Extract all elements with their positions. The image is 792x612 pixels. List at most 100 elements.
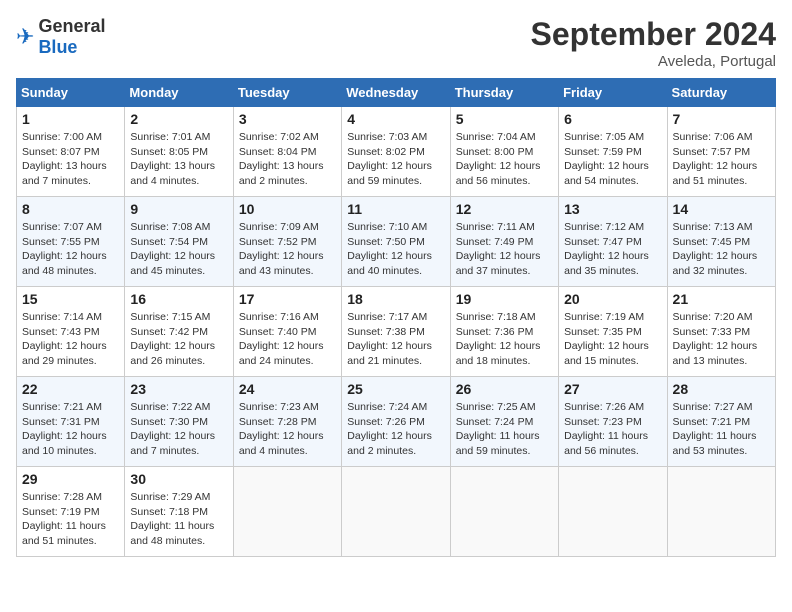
page-header: ✈ General Blue September 2024 Aveleda, P… — [16, 16, 776, 70]
calendar-cell — [233, 467, 341, 557]
day-number: 4 — [347, 111, 444, 127]
day-info: Sunrise: 7:19 AMSunset: 7:35 PMDaylight:… — [564, 310, 661, 369]
day-number: 14 — [673, 201, 770, 217]
day-of-week-header: Tuesday — [233, 79, 341, 107]
calendar-cell: 6Sunrise: 7:05 AMSunset: 7:59 PMDaylight… — [559, 107, 667, 197]
day-info: Sunrise: 7:09 AMSunset: 7:52 PMDaylight:… — [239, 220, 336, 279]
day-number: 27 — [564, 381, 661, 397]
day-info: Sunrise: 7:08 AMSunset: 7:54 PMDaylight:… — [130, 220, 227, 279]
calendar-week-row: 8 Sunrise: 7:07 AMSunset: 7:55 PMDaylight… — [17, 197, 776, 287]
day-number: 17 — [239, 291, 336, 307]
day-number: 28 — [673, 381, 770, 397]
day-info: Sunrise: 7:24 AMSunset: 7:26 PMDaylight:… — [347, 400, 444, 459]
calendar-cell: 7 Sunrise: 7:06 AMSunset: 7:57 PMDaylight… — [667, 107, 775, 197]
calendar-cell: 24 Sunrise: 7:23 AMSunset: 7:28 PMDayligh… — [233, 377, 341, 467]
day-info: Sunrise: 7:26 AMSunset: 7:23 PMDaylight:… — [564, 400, 661, 459]
logo-blue: Blue — [38, 37, 77, 57]
calendar-week-row: 15 Sunrise: 7:14 AMSunset: 7:43 PMDayligh… — [17, 287, 776, 377]
calendar-week-row: 29Sunrise: 7:28 AMSunset: 7:19 PMDayligh… — [17, 467, 776, 557]
calendar-cell: 10 Sunrise: 7:09 AMSunset: 7:52 PMDayligh… — [233, 197, 341, 287]
calendar-cell: 16 Sunrise: 7:15 AMSunset: 7:42 PMDayligh… — [125, 287, 233, 377]
day-info: Sunrise: 7:22 AMSunset: 7:30 PMDaylight:… — [130, 400, 227, 459]
calendar-cell: 4 Sunrise: 7:03 AMSunset: 8:02 PMDaylight… — [342, 107, 450, 197]
day-info: Sunrise: 7:06 AMSunset: 7:57 PMDaylight:… — [673, 130, 770, 189]
calendar-cell: 13Sunrise: 7:12 AMSunset: 7:47 PMDayligh… — [559, 197, 667, 287]
day-info: Sunrise: 7:14 AMSunset: 7:43 PMDaylight:… — [22, 310, 119, 369]
calendar-cell: 12 Sunrise: 7:11 AMSunset: 7:49 PMDayligh… — [450, 197, 558, 287]
day-info: Sunrise: 7:16 AMSunset: 7:40 PMDaylight:… — [239, 310, 336, 369]
calendar-cell: 18Sunrise: 7:17 AMSunset: 7:38 PMDayligh… — [342, 287, 450, 377]
day-number: 15 — [22, 291, 119, 307]
calendar-cell: 28 Sunrise: 7:27 AMSunset: 7:21 PMDayligh… — [667, 377, 775, 467]
calendar-cell: 30 Sunrise: 7:29 AMSunset: 7:18 PMDayligh… — [125, 467, 233, 557]
day-of-week-header: Monday — [125, 79, 233, 107]
month-title: September 2024 — [531, 16, 776, 53]
day-number: 24 — [239, 381, 336, 397]
day-info: Sunrise: 7:23 AMSunset: 7:28 PMDaylight:… — [239, 400, 336, 459]
day-number: 10 — [239, 201, 336, 217]
day-number: 16 — [130, 291, 227, 307]
calendar-cell — [450, 467, 558, 557]
day-info: Sunrise: 7:03 AMSunset: 8:02 PMDaylight:… — [347, 130, 444, 189]
day-number: 3 — [239, 111, 336, 127]
day-info: Sunrise: 7:18 AMSunset: 7:36 PMDaylight:… — [456, 310, 553, 369]
day-of-week-header: Thursday — [450, 79, 558, 107]
logo: ✈ General Blue — [16, 16, 105, 58]
day-number: 13 — [564, 201, 661, 217]
day-number: 1 — [22, 111, 119, 127]
day-info: Sunrise: 7:15 AMSunset: 7:42 PMDaylight:… — [130, 310, 227, 369]
day-number: 29 — [22, 471, 119, 487]
logo-bird-icon: ✈ — [16, 24, 34, 50]
day-of-week-header: Friday — [559, 79, 667, 107]
day-info: Sunrise: 7:01 AMSunset: 8:05 PMDaylight:… — [130, 130, 227, 189]
day-number: 7 — [673, 111, 770, 127]
day-info: Sunrise: 7:05 AMSunset: 7:59 PMDaylight:… — [564, 130, 661, 189]
day-info: Sunrise: 7:13 AMSunset: 7:45 PMDaylight:… — [673, 220, 770, 279]
day-info: Sunrise: 7:21 AMSunset: 7:31 PMDaylight:… — [22, 400, 119, 459]
day-info: Sunrise: 7:04 AMSunset: 8:00 PMDaylight:… — [456, 130, 553, 189]
calendar-cell: 11Sunrise: 7:10 AMSunset: 7:50 PMDayligh… — [342, 197, 450, 287]
calendar-week-row: 1 Sunrise: 7:00 AMSunset: 8:07 PMDaylight… — [17, 107, 776, 197]
day-info: Sunrise: 7:20 AMSunset: 7:33 PMDaylight:… — [673, 310, 770, 369]
calendar-week-row: 22Sunrise: 7:21 AMSunset: 7:31 PMDayligh… — [17, 377, 776, 467]
calendar-cell: 19 Sunrise: 7:18 AMSunset: 7:36 PMDayligh… — [450, 287, 558, 377]
day-info: Sunrise: 7:11 AMSunset: 7:49 PMDaylight:… — [456, 220, 553, 279]
calendar-cell — [342, 467, 450, 557]
day-number: 26 — [456, 381, 553, 397]
day-number: 5 — [456, 111, 553, 127]
day-number: 8 — [22, 201, 119, 217]
calendar-cell: 17 Sunrise: 7:16 AMSunset: 7:40 PMDayligh… — [233, 287, 341, 377]
day-info: Sunrise: 7:02 AMSunset: 8:04 PMDaylight:… — [239, 130, 336, 189]
calendar-cell: 26 Sunrise: 7:25 AMSunset: 7:24 PMDayligh… — [450, 377, 558, 467]
day-of-week-header: Saturday — [667, 79, 775, 107]
calendar-cell: 15 Sunrise: 7:14 AMSunset: 7:43 PMDayligh… — [17, 287, 125, 377]
location-subtitle: Aveleda, Portugal — [531, 53, 776, 70]
day-number: 30 — [130, 471, 227, 487]
calendar-cell — [667, 467, 775, 557]
calendar-table: SundayMondayTuesdayWednesdayThursdayFrid… — [16, 78, 776, 557]
calendar-header-row: SundayMondayTuesdayWednesdayThursdayFrid… — [17, 79, 776, 107]
calendar-cell: 14 Sunrise: 7:13 AMSunset: 7:45 PMDayligh… — [667, 197, 775, 287]
calendar-cell: 2Sunrise: 7:01 AMSunset: 8:05 PMDaylight… — [125, 107, 233, 197]
calendar-cell — [559, 467, 667, 557]
day-info: Sunrise: 7:00 AMSunset: 8:07 PMDaylight:… — [22, 130, 119, 189]
calendar-cell: 25 Sunrise: 7:24 AMSunset: 7:26 PMDayligh… — [342, 377, 450, 467]
day-number: 20 — [564, 291, 661, 307]
day-info: Sunrise: 7:25 AMSunset: 7:24 PMDaylight:… — [456, 400, 553, 459]
calendar-cell: 29Sunrise: 7:28 AMSunset: 7:19 PMDayligh… — [17, 467, 125, 557]
day-info: Sunrise: 7:29 AMSunset: 7:18 PMDaylight:… — [130, 490, 227, 549]
day-number: 19 — [456, 291, 553, 307]
calendar-cell: 1 Sunrise: 7:00 AMSunset: 8:07 PMDaylight… — [17, 107, 125, 197]
calendar-cell: 3 Sunrise: 7:02 AMSunset: 8:04 PMDaylight… — [233, 107, 341, 197]
day-number: 25 — [347, 381, 444, 397]
day-info: Sunrise: 7:07 AMSunset: 7:55 PMDaylight:… — [22, 220, 119, 279]
calendar-cell: 8 Sunrise: 7:07 AMSunset: 7:55 PMDaylight… — [17, 197, 125, 287]
calendar-cell: 23Sunrise: 7:22 AMSunset: 7:30 PMDayligh… — [125, 377, 233, 467]
day-info: Sunrise: 7:17 AMSunset: 7:38 PMDaylight:… — [347, 310, 444, 369]
day-info: Sunrise: 7:27 AMSunset: 7:21 PMDaylight:… — [673, 400, 770, 459]
calendar-cell: 21Sunrise: 7:20 AMSunset: 7:33 PMDayligh… — [667, 287, 775, 377]
day-info: Sunrise: 7:10 AMSunset: 7:50 PMDaylight:… — [347, 220, 444, 279]
day-number: 9 — [130, 201, 227, 217]
day-number: 12 — [456, 201, 553, 217]
logo-text: General Blue — [38, 16, 105, 58]
